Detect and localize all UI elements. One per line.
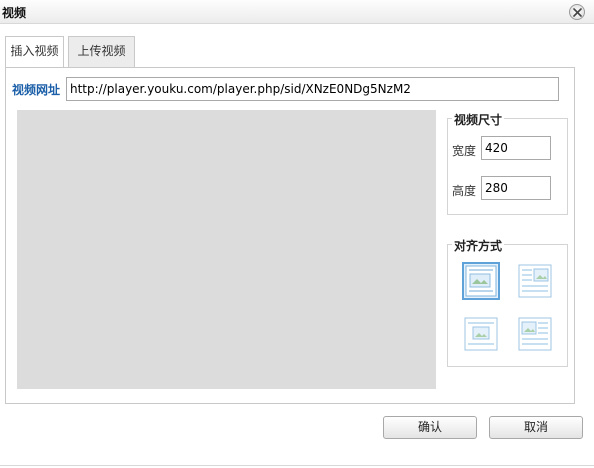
close-icon (573, 8, 582, 17)
tab-insert-video[interactable]: 插入视频 (5, 36, 64, 68)
close-button[interactable] (569, 4, 585, 20)
align-center-option[interactable] (462, 315, 500, 353)
video-url-input[interactable] (66, 77, 559, 101)
confirm-button[interactable]: 确认 (383, 416, 477, 439)
alignment-group: 对齐方式 (447, 237, 568, 367)
dialog-title: 视频 (2, 6, 27, 20)
dialog-titlebar: 视频 (0, 0, 594, 24)
align-left-icon (518, 317, 552, 351)
video-dialog: 视频 插入视频 上传视频 视频网址 视频尺寸 宽度 高度 对齐方式 (0, 0, 594, 468)
align-left-option[interactable] (516, 315, 554, 353)
tab-upload-video[interactable]: 上传视频 (68, 36, 135, 67)
height-input[interactable] (481, 176, 551, 200)
width-label: 宽度 (452, 144, 477, 158)
align-none-icon (465, 265, 497, 297)
align-right-icon (518, 264, 552, 298)
align-right-option[interactable] (516, 262, 554, 300)
video-size-legend: 视频尺寸 (452, 111, 505, 128)
height-label: 高度 (452, 184, 477, 198)
align-none-option[interactable] (462, 262, 500, 300)
video-size-group: 视频尺寸 宽度 高度 (447, 111, 568, 215)
dialog-bottom-divider (0, 465, 594, 466)
cancel-button[interactable]: 取消 (489, 416, 583, 439)
width-input[interactable] (481, 136, 551, 160)
align-center-icon (464, 317, 498, 351)
insert-video-panel: 视频网址 视频尺寸 宽度 高度 对齐方式 (5, 67, 575, 404)
alignment-legend: 对齐方式 (452, 237, 505, 254)
url-label: 视频网址 (12, 83, 61, 97)
video-preview-area (17, 110, 436, 389)
